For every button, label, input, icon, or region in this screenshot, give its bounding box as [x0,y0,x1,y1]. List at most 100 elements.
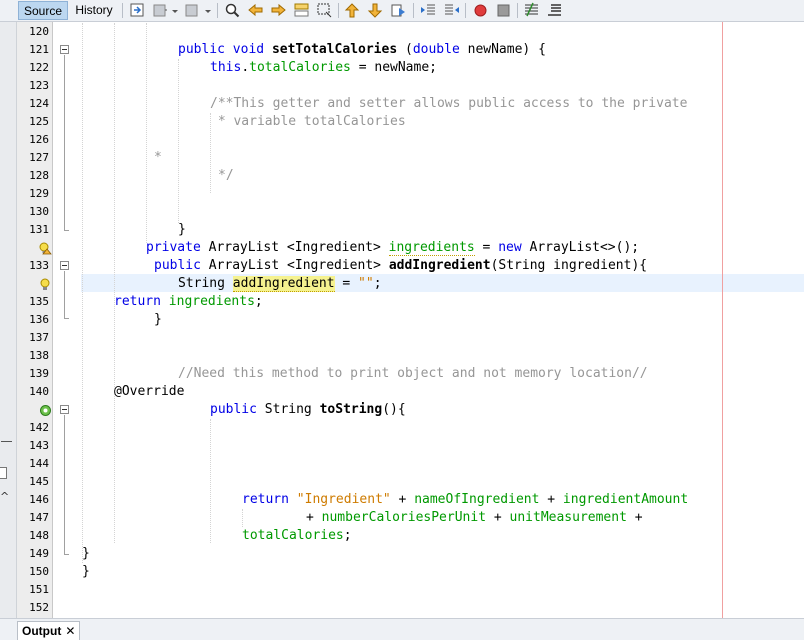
keyword: return [242,492,289,507]
chevron-up-icon[interactable]: ^ [0,490,9,503]
next-bookmark-icon[interactable] [367,2,384,19]
keyword: public [154,258,201,273]
shift-left-icon[interactable] [420,2,437,19]
line-number: 120 [29,25,49,38]
code-line[interactable]: + numberCaloriesPerUnit + unitMeasuremen… [306,509,643,527]
field-name: ingredientAmount [562,492,689,507]
line-number: 136 [29,313,49,326]
editor-toolbar: Source History [0,0,804,22]
field-name: ingredients [388,240,475,256]
line-number: 126 [29,133,49,146]
line-number: 148 [29,529,49,542]
code-line[interactable]: } [82,563,90,581]
code-text: + [626,510,643,525]
code-comment[interactable]: //Need this method to print object and n… [178,365,648,383]
uncomment-icon[interactable] [546,2,563,19]
output-tab-label: Output [22,624,62,638]
fold-toggle[interactable] [60,261,69,270]
code-line[interactable]: } [154,311,162,329]
close-icon[interactable]: ✕ [65,624,75,638]
find-next-icon[interactable] [270,2,287,19]
tab-source[interactable]: Source [18,1,68,20]
fold-toggle[interactable] [60,45,69,54]
code-comment[interactable]: * [154,149,162,167]
code-line[interactable]: return "Ingredient" + nameOfIngredient +… [242,491,688,509]
output-tab[interactable]: Output ✕ [17,621,81,640]
code-comment[interactable]: /**This getter and setter allows public … [210,95,687,113]
code-line[interactable]: public String toString(){ [210,401,406,419]
override-icon[interactable] [39,402,52,416]
code-text: + [390,492,415,507]
line-number: 125 [29,115,49,128]
line-number: 127 [29,151,49,164]
code-text: String [178,276,233,291]
line-number: 121 [29,43,49,56]
line-number: 139 [29,367,49,380]
keyword: private [146,240,201,255]
method-name: addIngredient [388,258,491,273]
find-icon[interactable] [224,2,241,19]
indent-guide [114,23,115,543]
code-comment[interactable]: */ [218,167,234,185]
line-number: 151 [29,583,49,596]
line-number: 124 [29,97,49,110]
warning-bulb-icon[interactable] [39,240,52,255]
code-text: + [486,510,510,525]
chevron-down-icon[interactable] [170,2,180,19]
code-annotation[interactable]: @Override [114,383,184,401]
indent-guide [146,23,147,243]
code-text: String [256,402,320,417]
shift-right-icon[interactable] [443,2,460,19]
code-line[interactable]: public ArrayList <Ingredient> addIngredi… [154,257,647,275]
lightbulb-icon[interactable] [39,276,52,290]
fold-toggle[interactable] [60,405,69,414]
keyword: this [210,60,242,75]
code-text: + [539,492,563,507]
toggle-bookmark-icon[interactable] [390,2,407,19]
chevron-down-icon[interactable] [203,2,213,19]
fold-end [64,230,69,231]
window-icon[interactable] [0,467,7,479]
method-name: setTotalCalories [271,42,398,57]
field-name: nameOfIngredient [414,492,540,507]
code-text: = [334,276,359,291]
tab-history[interactable]: History [70,1,118,20]
code-text: newName) { [459,42,546,57]
find-previous-icon[interactable] [247,2,264,19]
previous-bookmark-icon[interactable] [344,2,361,19]
minimize-icon[interactable] [1,441,12,442]
code-line[interactable]: public void setTotalCalories (double new… [178,41,546,59]
code-text: ArrayList <Ingredient> [200,258,389,273]
string-literal: "" [358,276,374,291]
toolbar-separator [465,3,466,18]
back-icon[interactable] [152,2,169,19]
code-text: . [241,60,250,75]
code-text: ; [373,276,382,291]
code-line[interactable]: totalCalories; [242,527,352,545]
code-line[interactable]: return ingredients; [114,293,263,311]
method-name: toString [319,402,383,417]
code-line[interactable]: this.totalCalories = newName; [210,59,437,77]
line-number: 150 [29,565,49,578]
code-line[interactable]: } [178,221,186,239]
line-number: 128 [29,169,49,182]
comment-icon[interactable] [523,2,540,19]
code-text: = [474,240,499,255]
code-comment[interactable]: * variable totalCalories [210,113,406,131]
toggle-rectangular-selection-icon[interactable] [316,2,333,19]
last-edit-icon[interactable] [129,2,146,19]
line-number: 135 [29,295,49,308]
forward-icon[interactable] [184,2,201,19]
toggle-highlight-icon[interactable] [293,2,310,19]
code-text: ArrayList <Ingredient> [200,240,389,255]
line-number: 123 [29,79,49,92]
start-macro-icon[interactable] [472,2,489,19]
indent-guide [242,509,243,527]
field-name: numberCaloriesPerUnit [321,510,487,525]
code-text: ; [343,528,352,543]
code-line[interactable]: String addIngredient = ""; [178,275,382,293]
field-name: unitMeasurement [509,510,627,525]
stop-macro-icon[interactable] [495,2,512,19]
code-line[interactable]: } [82,545,90,563]
code-line[interactable]: private ArrayList <Ingredient> ingredien… [146,239,639,257]
